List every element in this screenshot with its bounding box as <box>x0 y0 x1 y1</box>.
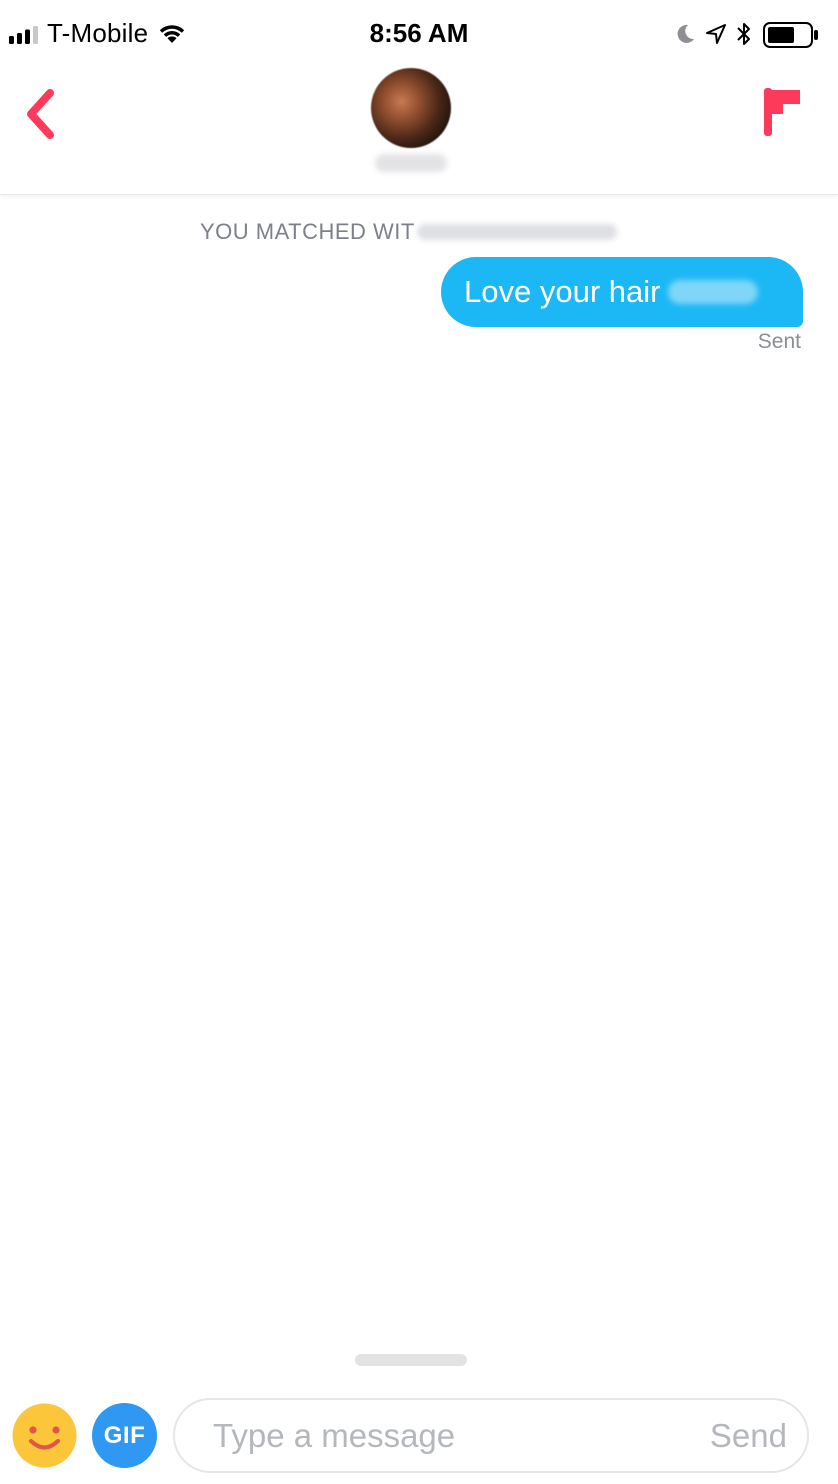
match-name-blurred <box>375 154 447 172</box>
gif-button[interactable]: GIF <box>92 1403 157 1468</box>
chat-header <box>0 66 838 195</box>
battery-icon <box>763 22 818 48</box>
match-date-blurred <box>416 224 617 240</box>
match-info: YOU MATCHED WIT <box>200 218 617 246</box>
matched-label: YOU MATCHED WIT <box>200 219 415 244</box>
message-composer: Send <box>173 1398 809 1473</box>
message-text: Love your hair <box>464 274 661 309</box>
message-input[interactable] <box>213 1400 683 1471</box>
flag-icon[interactable] <box>760 86 804 138</box>
message-text-blurred <box>668 280 759 304</box>
status-bar: T-Mobile 8:56 AM <box>0 0 838 66</box>
bluetooth-icon <box>737 23 750 45</box>
send-button[interactable]: Send <box>710 1400 787 1471</box>
message-status: Sent <box>757 330 801 353</box>
match-avatar[interactable] <box>371 68 451 148</box>
chat-screen: T-Mobile 8:56 AM YOU MATCHED WIT Love yo… <box>0 0 838 1484</box>
back-chevron-icon[interactable] <box>18 86 66 142</box>
smiley-emoji-icon[interactable] <box>12 1403 77 1468</box>
drag-handle[interactable] <box>355 1354 467 1366</box>
sent-message-bubble[interactable]: Love your hair <box>441 257 803 327</box>
location-arrow-icon <box>706 24 726 44</box>
moon-icon <box>677 24 694 43</box>
